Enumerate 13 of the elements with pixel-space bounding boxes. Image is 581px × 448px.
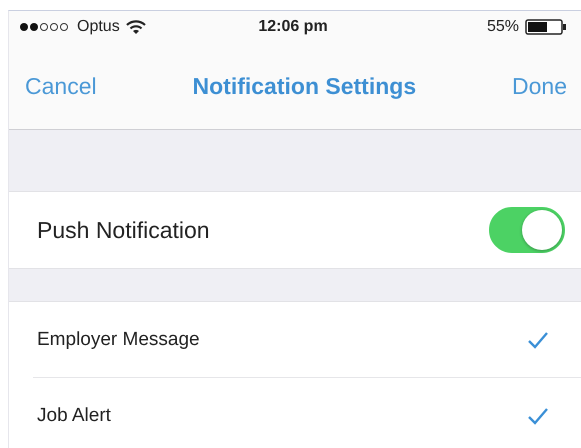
row-label: Job Alert xyxy=(37,404,111,426)
toggle-switch[interactable] xyxy=(489,207,565,253)
wifi-icon xyxy=(126,20,146,34)
list-row[interactable]: Job Alert xyxy=(33,377,581,448)
row-label: Push Notification xyxy=(37,216,210,244)
screen-title: Notification Settings xyxy=(192,72,416,100)
row-label: Employer Message xyxy=(37,328,200,350)
status-time: 12:06 pm xyxy=(258,18,328,36)
list-row[interactable]: Employer Message xyxy=(9,302,581,377)
battery-icon xyxy=(525,19,567,35)
signal-icon xyxy=(19,22,71,32)
battery-percent: 55% xyxy=(486,18,519,36)
carrier-name: Optus xyxy=(77,18,120,36)
